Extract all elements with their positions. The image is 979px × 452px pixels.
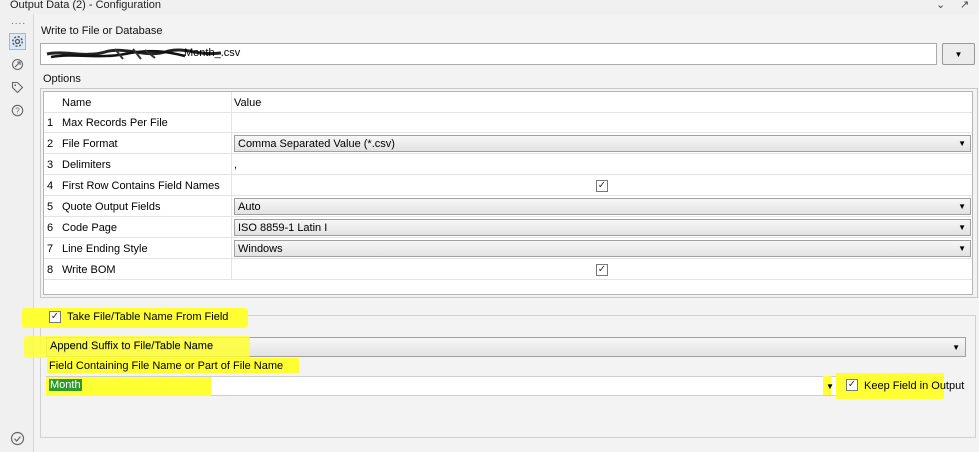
table-row[interactable]: 7 Line Ending Style Windows ▼ (44, 238, 972, 259)
option-name: Delimiters (62, 158, 111, 171)
options-label: Options (43, 73, 81, 85)
field-containing-label: Field Containing File Name or Part of Fi… (49, 360, 284, 372)
keep-field-label: Keep Field in Output (864, 380, 965, 392)
field-dropdown-arrow-icon[interactable]: ▼ (826, 382, 834, 391)
take-name-from-field-checkbox[interactable]: ✓ (49, 311, 61, 323)
dropdown-arrow-icon: ▼ (952, 343, 960, 352)
write-to-label: Write to File or Database (41, 25, 163, 37)
take-name-from-field-label: Take File/Table Name From Field (67, 311, 229, 323)
row-number: 2 (47, 137, 54, 150)
row-number: 4 (47, 179, 54, 192)
quote-output-fields-select[interactable]: Auto ▼ (234, 198, 971, 215)
option-value-cell: ISO 8859-1 Latin I ▼ (231, 217, 972, 238)
dropdown-arrow-icon: ▼ (954, 49, 963, 59)
table-row[interactable]: 3 Delimiters , (44, 154, 972, 175)
row-number: 5 (47, 200, 54, 213)
row-number: 7 (47, 242, 54, 255)
quote-output-value: Auto (238, 200, 261, 213)
option-name: File Format (62, 137, 118, 150)
check-circle-icon (10, 431, 25, 446)
option-name: Line Ending Style (62, 242, 148, 255)
svg-text:?: ? (15, 106, 20, 115)
file-path-input[interactable]: Month_.csv (40, 43, 937, 65)
chevron-down-icon[interactable]: ⌄ (936, 0, 945, 11)
window-title: Output Data (2) - Configuration (10, 0, 162, 11)
title-bar: Output Data (2) - Configuration ⌄ ↗ (0, 0, 979, 14)
file-browse-dropdown-button[interactable]: ▼ (942, 43, 975, 65)
option-name: Write BOM (62, 263, 116, 276)
table-row[interactable]: 1 Max Records Per File (44, 112, 972, 133)
row-number: 3 (47, 158, 54, 171)
dropdown-arrow-icon: ▼ (958, 139, 966, 148)
max-records-input[interactable] (231, 112, 972, 133)
line-ending-value: Windows (238, 242, 283, 255)
keep-field-checkbox[interactable]: ✓ (846, 379, 858, 391)
dropdown-arrow-icon: ▼ (958, 202, 966, 211)
delimiters-input[interactable]: , (231, 154, 972, 175)
column-header-value: Value (231, 92, 972, 113)
expand-icon[interactable]: ↗ (960, 0, 969, 11)
option-name: Max Records Per File (62, 116, 168, 129)
option-name: Quote Output Fields (62, 200, 161, 213)
row-number: 6 (47, 221, 54, 234)
option-value-cell: ✓ (231, 175, 972, 196)
field-value-selected: Month (49, 379, 82, 391)
table-row[interactable]: 4 First Row Contains Field Names ✓ (44, 175, 972, 196)
code-page-value: ISO 8859-1 Latin I (238, 221, 328, 234)
write-bom-checkbox[interactable]: ✓ (596, 263, 608, 276)
file-format-value: Comma Separated Value (*.csv) (238, 137, 395, 150)
tag-icon[interactable] (9, 79, 26, 96)
file-path-suffix: Month_.csv (184, 47, 241, 59)
options-grid: Name Value 1 Max Records Per File 2 File… (43, 91, 973, 295)
table-row[interactable]: 6 Code Page ISO 8859-1 Latin I ▼ (44, 217, 972, 238)
table-row[interactable]: 2 File Format Comma Separated Value (*.c… (44, 133, 972, 154)
option-name: First Row Contains Field Names (62, 179, 220, 192)
grid-header-row: Name Value (44, 92, 972, 113)
option-value: , (234, 158, 238, 171)
row-number: 8 (47, 263, 54, 276)
table-row[interactable]: 8 Write BOM ✓ (44, 259, 972, 280)
connection-icon[interactable] (9, 56, 26, 73)
option-value-cell: ✓ (231, 259, 972, 280)
option-value-cell: Comma Separated Value (*.csv) ▼ (231, 133, 972, 154)
column-header-name: Name (62, 96, 92, 109)
gear-icon[interactable] (9, 33, 26, 50)
table-row[interactable]: 5 Quote Output Fields Auto ▼ (44, 196, 972, 217)
code-page-select[interactable]: ISO 8859-1 Latin I ▼ (234, 219, 971, 236)
row-number: 1 (47, 116, 54, 129)
line-ending-select[interactable]: Windows ▼ (234, 240, 971, 257)
option-value-cell: Windows ▼ (231, 238, 972, 259)
option-name: Code Page (62, 221, 118, 234)
suffix-mode-value-overlay: Append Suffix to File/Table Name (50, 340, 214, 352)
help-icon[interactable]: ? (9, 102, 26, 119)
option-value-cell: Auto ▼ (231, 196, 972, 217)
more-dots-icon[interactable]: .... (11, 16, 26, 27)
first-row-field-names-checkbox[interactable]: ✓ (596, 179, 608, 192)
file-format-select[interactable]: Comma Separated Value (*.csv) ▼ (234, 135, 971, 152)
dropdown-arrow-icon: ▼ (958, 244, 966, 253)
dropdown-arrow-icon: ▼ (958, 223, 966, 232)
